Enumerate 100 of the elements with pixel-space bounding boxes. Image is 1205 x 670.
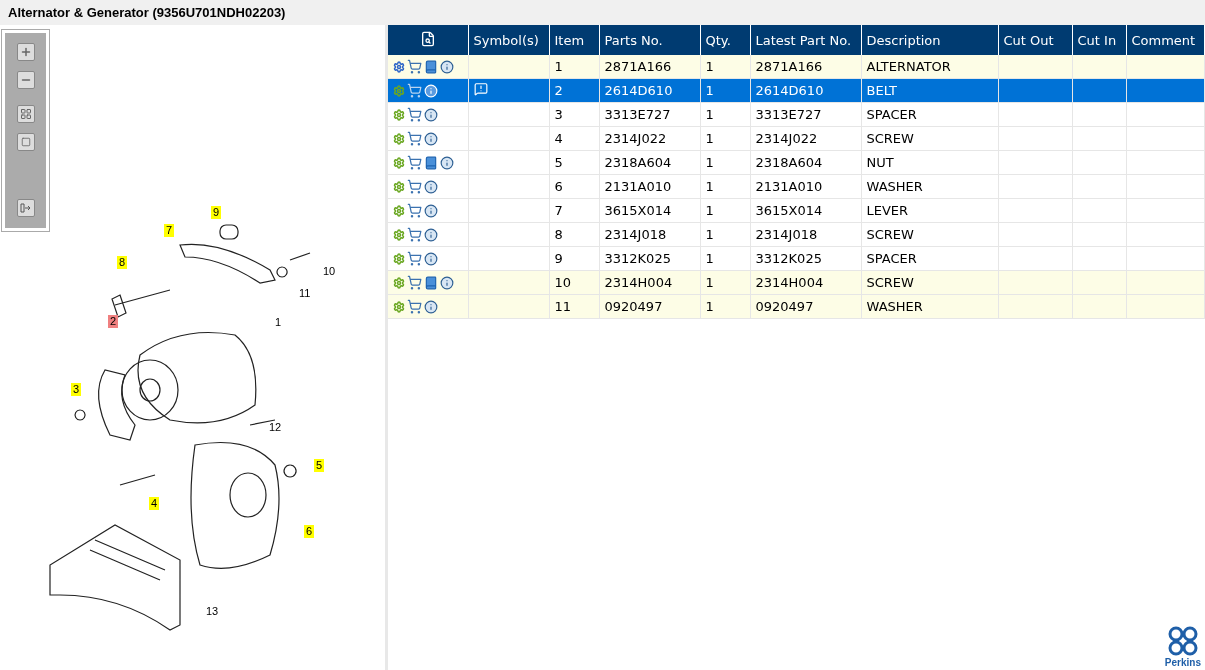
table-row[interactable]: 1 2871A166 1 2871A166 ALTERNATOR (388, 55, 1204, 79)
table-cell: 2131A010 (750, 174, 861, 199)
callout-label[interactable]: 13 (204, 605, 221, 618)
table-row[interactable]: 6 2131A010 1 2131A010 WASHER (388, 174, 1204, 199)
table-cell: SCREW (861, 270, 998, 295)
table-row[interactable]: 9 3312K025 1 3312K025 SPACER (388, 246, 1204, 271)
grid-view-button[interactable] (16, 105, 35, 123)
cart-icon[interactable] (407, 155, 422, 170)
table-cell: 4 (549, 126, 599, 151)
book-icon[interactable] (424, 275, 438, 290)
table-cell: 1 (549, 55, 599, 79)
cart-icon[interactable] (407, 131, 422, 146)
info-icon[interactable] (440, 155, 454, 170)
book-icon[interactable] (424, 59, 438, 74)
gear-icon[interactable] (393, 228, 405, 241)
gear-icon[interactable] (393, 180, 405, 193)
table-cell: 3615X014 (750, 198, 861, 223)
callout-label[interactable]: 2 (108, 315, 119, 328)
export-button[interactable] (16, 199, 35, 217)
column-header[interactable]: Symbol(s) (468, 25, 549, 55)
callout-label[interactable]: 1 (273, 316, 284, 329)
table-cell: 3 (549, 102, 599, 127)
table-row[interactable]: 4 2314J022 1 2314J022 SCREW (388, 126, 1204, 151)
table-cell: ALTERNATOR (861, 55, 998, 79)
gear-icon[interactable] (393, 108, 405, 121)
cart-icon[interactable] (407, 59, 422, 74)
column-header[interactable]: Comment (1126, 25, 1204, 55)
single-view-button[interactable] (16, 133, 35, 151)
table-row[interactable]: 7 3615X014 1 3615X014 LEVER (388, 198, 1204, 223)
gear-icon[interactable] (393, 204, 405, 217)
table-row[interactable]: 3 3313E727 1 3313E727 SPACER (388, 102, 1204, 127)
gear-icon[interactable] (393, 252, 405, 265)
callout-label[interactable]: 12 (267, 421, 284, 434)
table-cell: SPACER (861, 246, 998, 271)
table-cell: 3312K025 (599, 246, 700, 271)
table-row[interactable]: 2 2614D610 1 2614D610 BELT (388, 78, 1204, 103)
column-header[interactable]: Latest Part No. (750, 25, 861, 55)
gear-icon[interactable] (393, 156, 405, 169)
zoom-out-button[interactable] (16, 71, 35, 89)
column-header[interactable]: Cut Out (998, 25, 1072, 55)
cart-icon[interactable] (407, 227, 422, 242)
callout-label[interactable]: 7 (164, 224, 175, 237)
info-icon[interactable] (424, 131, 438, 146)
callout-label[interactable]: 5 (314, 459, 325, 472)
callout-label[interactable]: 3 (71, 383, 82, 396)
gear-icon[interactable] (393, 132, 405, 145)
table-cell: 2871A166 (599, 55, 700, 79)
info-icon[interactable] (424, 251, 438, 266)
table-cell: 7 (549, 198, 599, 223)
search-icon[interactable] (419, 30, 436, 47)
gear-icon[interactable] (393, 276, 405, 289)
table-cell: 2314J018 (599, 222, 700, 247)
cart-icon[interactable] (407, 203, 422, 218)
arrow-icon (19, 203, 32, 213)
table-cell: 2614D610 (750, 78, 861, 103)
table-cell: 1 (700, 294, 750, 319)
table-cell: 1 (700, 246, 750, 271)
column-header[interactable]: Item (549, 25, 599, 55)
gear-icon[interactable] (393, 60, 405, 73)
square-icon (20, 137, 31, 147)
callout-label[interactable]: 9 (211, 206, 222, 219)
table-cell: WASHER (861, 294, 998, 319)
book-icon[interactable] (424, 155, 438, 170)
callout-label[interactable]: 10 (321, 265, 338, 278)
cart-icon[interactable] (407, 107, 422, 122)
column-header[interactable]: Parts No. (599, 25, 700, 55)
table-cell: 1 (700, 102, 750, 127)
table-row[interactable]: 5 2318A604 1 2318A604 NUT (388, 150, 1204, 175)
callout-label[interactable]: 8 (117, 256, 128, 269)
callout-label[interactable]: 6 (304, 525, 315, 538)
info-icon[interactable] (424, 299, 438, 314)
callout-label[interactable]: 4 (149, 497, 160, 510)
table-cell: SCREW (861, 222, 998, 247)
info-icon[interactable] (424, 203, 438, 218)
gear-icon[interactable] (393, 300, 405, 313)
table-row[interactable]: 8 2314J018 1 2314J018 SCREW (388, 222, 1204, 247)
zoom-in-button[interactable] (16, 43, 35, 61)
callout-label[interactable]: 11 (297, 287, 313, 300)
info-icon[interactable] (424, 179, 438, 194)
table-row[interactable]: 10 2314H004 1 2314H004 SCREW (388, 270, 1204, 295)
cart-icon[interactable] (407, 299, 422, 314)
table-cell: 9 (549, 246, 599, 271)
cart-icon[interactable] (407, 83, 422, 98)
table-cell: 3313E727 (599, 102, 700, 127)
table-cell: 1 (700, 198, 750, 223)
table-cell: 2871A166 (750, 55, 861, 79)
info-icon[interactable] (424, 227, 438, 242)
window-title: Alternator & Generator (9356U701NDH02203) (8, 5, 286, 20)
info-icon[interactable] (424, 107, 438, 122)
table-row[interactable]: 11 0920497 1 0920497 WASHER (388, 294, 1204, 319)
info-icon[interactable] (440, 275, 454, 290)
cart-icon[interactable] (407, 275, 422, 290)
column-header[interactable]: Qty. (700, 25, 750, 55)
cart-icon[interactable] (407, 179, 422, 194)
column-header[interactable]: Cut In (1072, 25, 1126, 55)
info-icon[interactable] (440, 59, 454, 74)
note-icon[interactable] (473, 82, 488, 96)
column-header[interactable]: Description (861, 25, 998, 55)
table-cell: 1 (700, 78, 750, 103)
cart-icon[interactable] (407, 251, 422, 266)
